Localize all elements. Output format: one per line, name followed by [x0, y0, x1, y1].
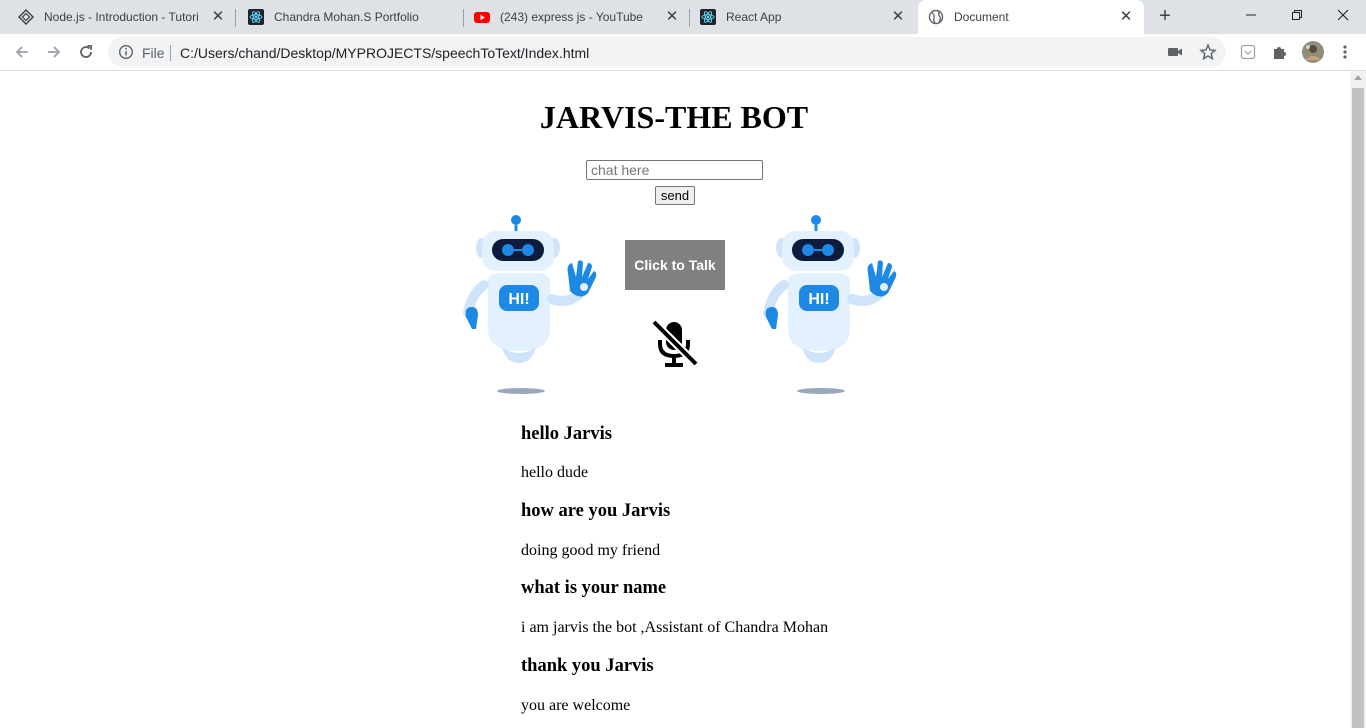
tab-title: Node.js - Introduction - Tutori [44, 10, 199, 24]
puzzle-extensions-icon[interactable] [1271, 43, 1289, 61]
restore-icon [1292, 10, 1302, 20]
close-icon [1337, 9, 1349, 21]
chat-input[interactable] [586, 160, 763, 180]
tab-strip: Node.js - Introduction - Tutori ✕ Chandr… [0, 0, 1366, 34]
bookmark-star-icon[interactable] [1199, 43, 1217, 61]
tab-title: React App [726, 10, 782, 24]
globe-icon [928, 9, 944, 25]
tab-youtube[interactable]: (243) express js - YouTube ✕ [464, 0, 690, 34]
robot-illustration-left: HI! [463, 215, 597, 394]
tab-nodejs[interactable]: Node.js - Introduction - Tutori ✕ [0, 0, 236, 34]
robot-illustration-right: HI! [763, 215, 897, 394]
youtube-icon [474, 9, 490, 25]
minimize-button[interactable] [1228, 0, 1274, 30]
close-icon[interactable]: ✕ [664, 9, 680, 25]
avatar[interactable] [1302, 41, 1324, 63]
page-title: JARVIS-THE BOT [539, 99, 809, 135]
react-icon [248, 9, 264, 25]
robot-badge-text: HI! [808, 291, 829, 308]
arrow-right-icon [48, 46, 61, 58]
page-viewport: JARVIS-THE BOT send HI! Click to Talk [0, 71, 1350, 728]
scheme-label: File [142, 45, 165, 61]
scroll-up-icon[interactable] [1354, 75, 1362, 80]
bot-reply: hello dude [521, 464, 589, 481]
forward-button[interactable] [44, 42, 64, 62]
tab-title: (243) express js - YouTube [500, 10, 643, 24]
tab-title: Chandra Mohan.S Portfolio [274, 10, 419, 24]
address-bar[interactable]: File C:/Users/chand/Desktop/MYPROJECTS/s… [108, 37, 1226, 67]
arrow-left-icon [15, 46, 28, 58]
bot-reply: i am jarvis the bot ,Assistant of Chandr… [521, 619, 829, 636]
restore-button[interactable] [1274, 0, 1320, 30]
user-message: what is your name [521, 578, 667, 598]
vertical-scrollbar[interactable] [1350, 71, 1366, 728]
robot-badge-text: HI! [508, 291, 529, 308]
camera-icon[interactable] [1166, 43, 1184, 61]
tab-title: Document [954, 10, 1009, 24]
reload-icon [80, 44, 93, 58]
close-window-button[interactable] [1320, 0, 1366, 30]
close-icon[interactable]: ✕ [210, 9, 226, 25]
scrollbar-thumb[interactable] [1352, 88, 1364, 728]
user-message: thank you Jarvis [521, 656, 654, 676]
back-button[interactable] [12, 42, 32, 62]
close-icon[interactable]: ✕ [890, 9, 906, 25]
minimize-icon [1246, 14, 1256, 16]
close-icon[interactable]: ✕ [1118, 9, 1134, 25]
user-message: how are you Jarvis [521, 501, 671, 521]
tab-react-app[interactable]: React App ✕ [690, 0, 916, 34]
divider [170, 45, 171, 61]
microphone-muted-icon[interactable] [650, 318, 700, 370]
browser-toolbar: File C:/Users/chand/Desktop/MYPROJECTS/s… [0, 34, 1366, 71]
bot-reply: doing good my friend [521, 542, 661, 559]
info-icon[interactable] [118, 44, 134, 60]
send-button[interactable]: send [655, 186, 695, 205]
react-icon [700, 9, 716, 25]
menu-kebab-icon[interactable] [1336, 43, 1354, 61]
tab-portfolio[interactable]: Chandra Mohan.S Portfolio [236, 0, 464, 34]
url-text[interactable]: C:/Users/chand/Desktop/MYPROJECTS/speech… [180, 45, 589, 61]
tab-document[interactable]: Document ✕ [918, 0, 1144, 34]
new-tab-button[interactable]: + [1154, 6, 1176, 28]
click-to-talk-button[interactable]: Click to Talk [625, 240, 725, 290]
extension-page-icon[interactable] [1239, 43, 1257, 61]
reload-button[interactable] [76, 42, 96, 62]
user-message: hello Jarvis [521, 424, 612, 444]
tutorialspoint-icon [18, 9, 34, 25]
bot-reply: you are welcome [521, 697, 631, 714]
